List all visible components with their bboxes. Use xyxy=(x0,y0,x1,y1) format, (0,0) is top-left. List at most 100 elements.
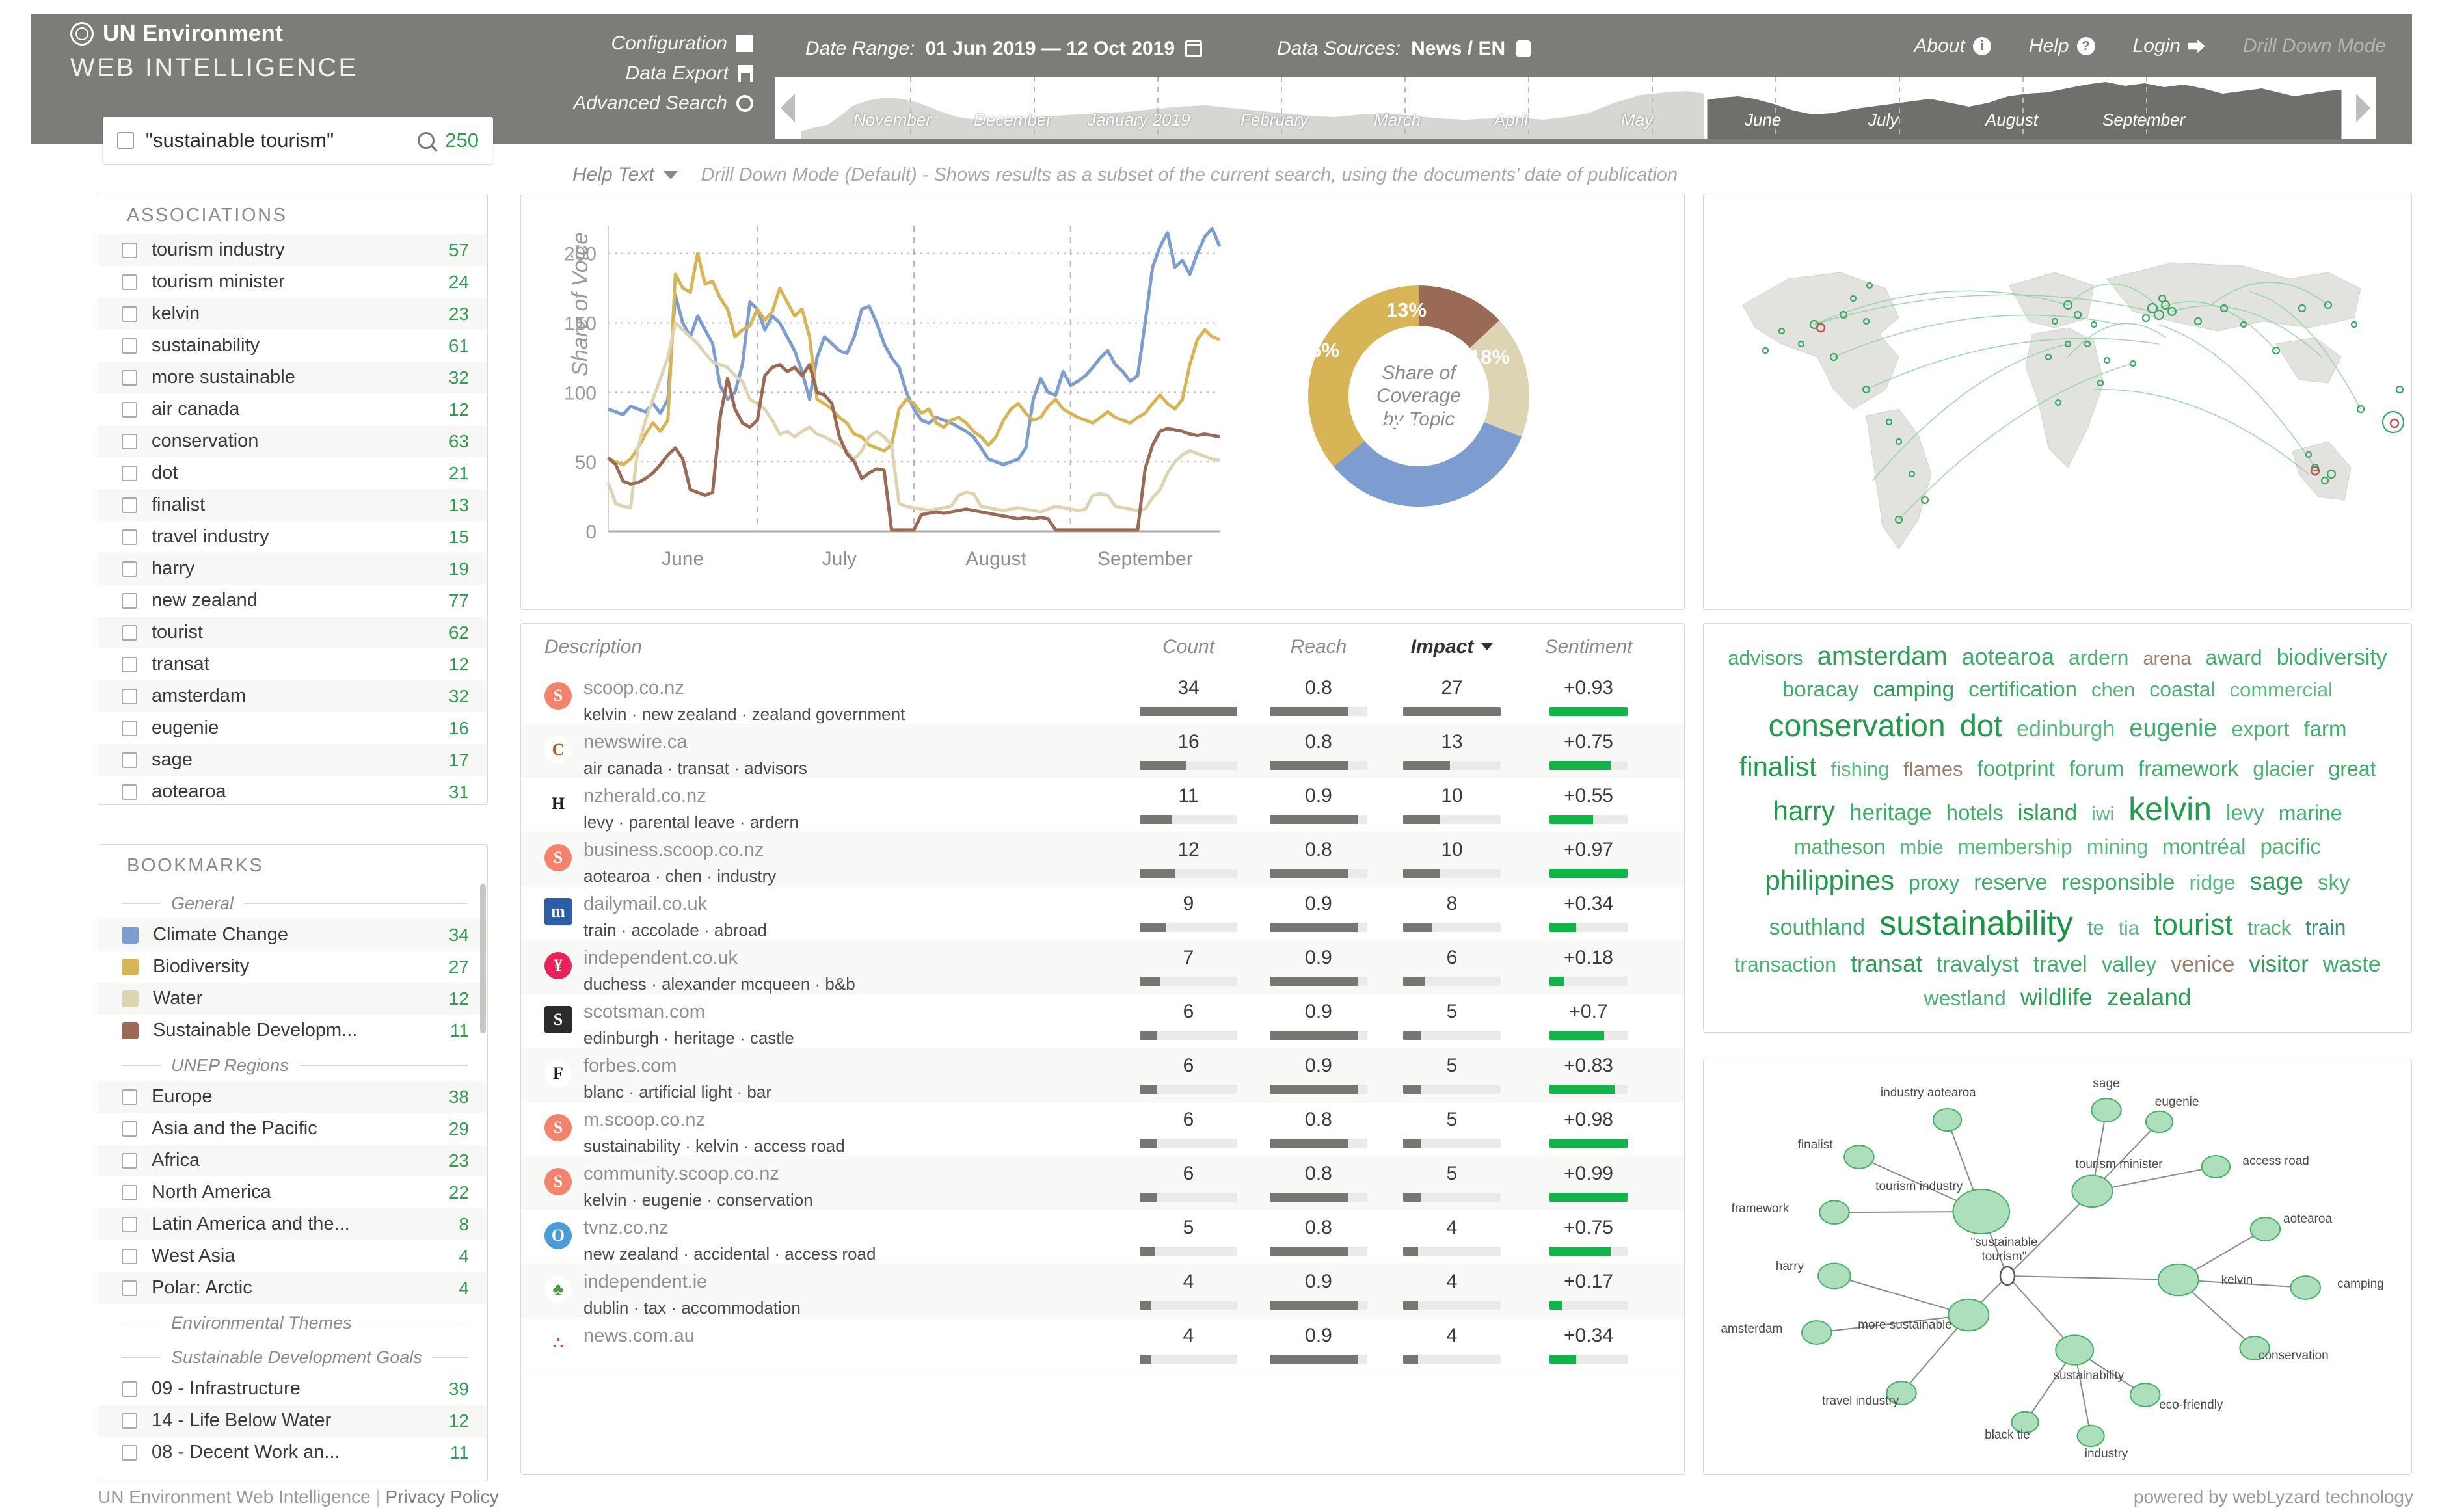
drill-down-mode-button[interactable]: Drill Down Mode xyxy=(2243,35,2386,57)
graph-node[interactable] xyxy=(2130,1383,2161,1407)
association-checkbox[interactable] xyxy=(122,688,137,704)
cloud-keyword[interactable]: montréal xyxy=(2162,832,2246,862)
cloud-keyword[interactable]: forum xyxy=(2069,754,2124,784)
association-checkbox[interactable] xyxy=(122,369,137,386)
association-row[interactable]: conservation 63 xyxy=(98,425,487,457)
cloud-keyword[interactable]: waste xyxy=(2323,949,2381,981)
world-map[interactable] xyxy=(1704,194,2410,608)
cloud-keyword[interactable]: tourist xyxy=(2153,904,2233,945)
cloud-keyword[interactable]: flames xyxy=(1903,755,1963,783)
association-checkbox[interactable] xyxy=(122,497,137,513)
association-checkbox[interactable] xyxy=(122,656,137,672)
table-row[interactable]: ∴ news.com.au 4 0.9 4 +0.34 xyxy=(521,1318,1684,1372)
association-row[interactable]: travel industry 15 xyxy=(98,521,487,553)
cloud-keyword[interactable]: southland xyxy=(1769,912,1865,944)
bookmark-checkbox[interactable] xyxy=(122,1381,137,1397)
graph-node[interactable] xyxy=(2249,1217,2281,1241)
table-row[interactable]: Hnzherald.co.nz levy · parental leave · a… xyxy=(521,778,1684,832)
keyword-network-graph[interactable]: "sustainabletourism" industry aotearoa sag… xyxy=(1704,1059,2410,1473)
cloud-keyword[interactable]: biodiversity xyxy=(2277,643,2387,674)
bookmark-row[interactable]: 08 - Decent Work an... 11 xyxy=(98,1437,487,1468)
cloud-keyword[interactable]: track xyxy=(2247,914,2291,942)
row-domain[interactable]: independent.ie xyxy=(583,1271,1123,1293)
association-checkbox[interactable] xyxy=(122,401,137,418)
column-header-description[interactable]: Description xyxy=(544,636,1123,658)
cloud-keyword[interactable]: farm xyxy=(2303,714,2346,744)
cloud-keyword[interactable]: reserve xyxy=(1974,868,2047,899)
graph-node[interactable] xyxy=(1952,1188,2011,1235)
cloud-keyword[interactable]: camping xyxy=(1873,674,1954,704)
row-domain[interactable]: forbes.com xyxy=(583,1055,1123,1077)
cloud-keyword[interactable]: kelvin xyxy=(2128,786,2212,832)
graph-node[interactable] xyxy=(1819,1200,1850,1225)
privacy-policy-link[interactable]: Privacy Policy xyxy=(386,1487,499,1507)
cloud-keyword[interactable]: ridge xyxy=(2189,868,2235,897)
row-domain[interactable]: scoop.co.nz xyxy=(583,678,1123,699)
share-of-voice-line-chart[interactable]: 050100150200June July August SeptemberShare… xyxy=(530,206,1233,596)
cloud-keyword[interactable]: travalyst xyxy=(1937,949,2019,981)
about-button[interactable]: About i xyxy=(1914,35,1991,57)
map-location-marker-highlight[interactable] xyxy=(2389,418,2400,429)
cloud-keyword[interactable]: harry xyxy=(1773,792,1835,830)
cloud-keyword[interactable]: transaction xyxy=(1734,950,1836,979)
cloud-keyword[interactable]: certification xyxy=(1968,674,2077,704)
cloud-keyword[interactable]: award xyxy=(2206,643,2262,672)
bookmark-row[interactable]: Africa 23 xyxy=(98,1145,487,1176)
bookmark-row[interactable]: Sustainable Developm... 11 xyxy=(98,1015,487,1046)
association-row[interactable]: tourism minister 24 xyxy=(98,266,487,298)
bookmark-row[interactable]: Europe 38 xyxy=(98,1081,487,1113)
bookmark-row[interactable]: Latin America and the... 8 xyxy=(98,1208,487,1240)
cloud-keyword[interactable]: dot xyxy=(1960,704,2002,747)
row-domain[interactable]: scotsman.com xyxy=(583,1001,1123,1023)
graph-node[interactable] xyxy=(2157,1263,2199,1297)
map-location-marker[interactable] xyxy=(2103,356,2111,364)
cloud-keyword[interactable]: commercial xyxy=(2230,676,2333,704)
cloud-keyword[interactable]: chen xyxy=(2091,676,2135,704)
graph-node[interactable] xyxy=(1801,1320,1832,1345)
association-row[interactable]: tourism industry 57 xyxy=(98,234,487,266)
cloud-keyword[interactable]: zealand xyxy=(2107,981,2192,1015)
menu-item-configuration[interactable]: Configuration xyxy=(558,29,753,59)
table-row[interactable]: Sbusiness.scoop.co.nz aotearoa · chen · i… xyxy=(521,832,1684,886)
graph-center-node[interactable] xyxy=(1999,1266,2016,1286)
cloud-keyword[interactable]: amsterdam xyxy=(1817,638,1948,674)
cloud-keyword[interactable]: edinburgh xyxy=(2017,714,2115,745)
association-row[interactable]: harry 19 xyxy=(98,553,487,585)
table-row[interactable]: Sm.scoop.co.nz sustainability · kelvin · … xyxy=(521,1102,1684,1156)
cloud-keyword[interactable]: sustainability xyxy=(1879,900,2073,948)
cloud-keyword[interactable]: westland xyxy=(1924,984,2006,1013)
association-checkbox[interactable] xyxy=(122,624,137,641)
map-location-marker[interactable] xyxy=(2350,321,2358,328)
cloud-keyword[interactable]: mbie xyxy=(1900,833,1944,861)
association-row[interactable]: new zealand 77 xyxy=(98,585,487,617)
calendar-icon[interactable] xyxy=(1185,40,1203,57)
map-location-marker[interactable] xyxy=(1762,347,1769,354)
graph-node[interactable] xyxy=(2076,1424,2105,1448)
cloud-keyword[interactable]: responsible xyxy=(2062,868,2175,899)
table-row[interactable]: Sscotsman.com edinburgh · heritage · cast… xyxy=(521,994,1684,1048)
row-domain[interactable]: news.com.au xyxy=(583,1325,1123,1347)
graph-node[interactable] xyxy=(2055,1334,2095,1366)
row-domain[interactable]: dailymail.co.uk xyxy=(583,894,1123,915)
cloud-keyword[interactable]: aotearoa xyxy=(1962,641,2054,673)
date-range-block[interactable]: Date Range: 01 Jun 2019 — 12 Oct 2019 xyxy=(805,38,1203,60)
graph-node[interactable] xyxy=(1843,1145,1875,1169)
cloud-keyword[interactable]: island xyxy=(2018,797,2077,829)
bookmark-checkbox[interactable] xyxy=(122,1184,137,1200)
row-domain[interactable]: m.scoop.co.nz xyxy=(583,1109,1123,1131)
cloud-keyword[interactable]: travel xyxy=(2033,949,2087,981)
cloud-keyword[interactable]: fishing xyxy=(1831,755,1890,783)
association-row[interactable]: more sustainable 32 xyxy=(98,362,487,393)
association-checkbox[interactable] xyxy=(122,242,137,258)
association-row[interactable]: amsterdam 32 xyxy=(98,680,487,712)
cloud-keyword[interactable]: ardern xyxy=(2069,643,2129,672)
row-domain[interactable]: community.scoop.co.nz xyxy=(583,1163,1123,1185)
cloud-keyword[interactable]: membership xyxy=(1958,832,2072,862)
cloud-keyword[interactable]: framework xyxy=(2138,754,2238,784)
cloud-keyword[interactable]: iwi xyxy=(2091,801,2114,828)
cloud-keyword[interactable]: pacific xyxy=(2260,832,2321,862)
association-row[interactable]: tourist 62 xyxy=(98,617,487,648)
data-sources-block[interactable]: Data Sources: News / EN xyxy=(1277,38,1532,60)
cloud-keyword[interactable]: tia xyxy=(2119,915,2139,942)
column-header-impact[interactable]: Impact xyxy=(1384,636,1520,658)
